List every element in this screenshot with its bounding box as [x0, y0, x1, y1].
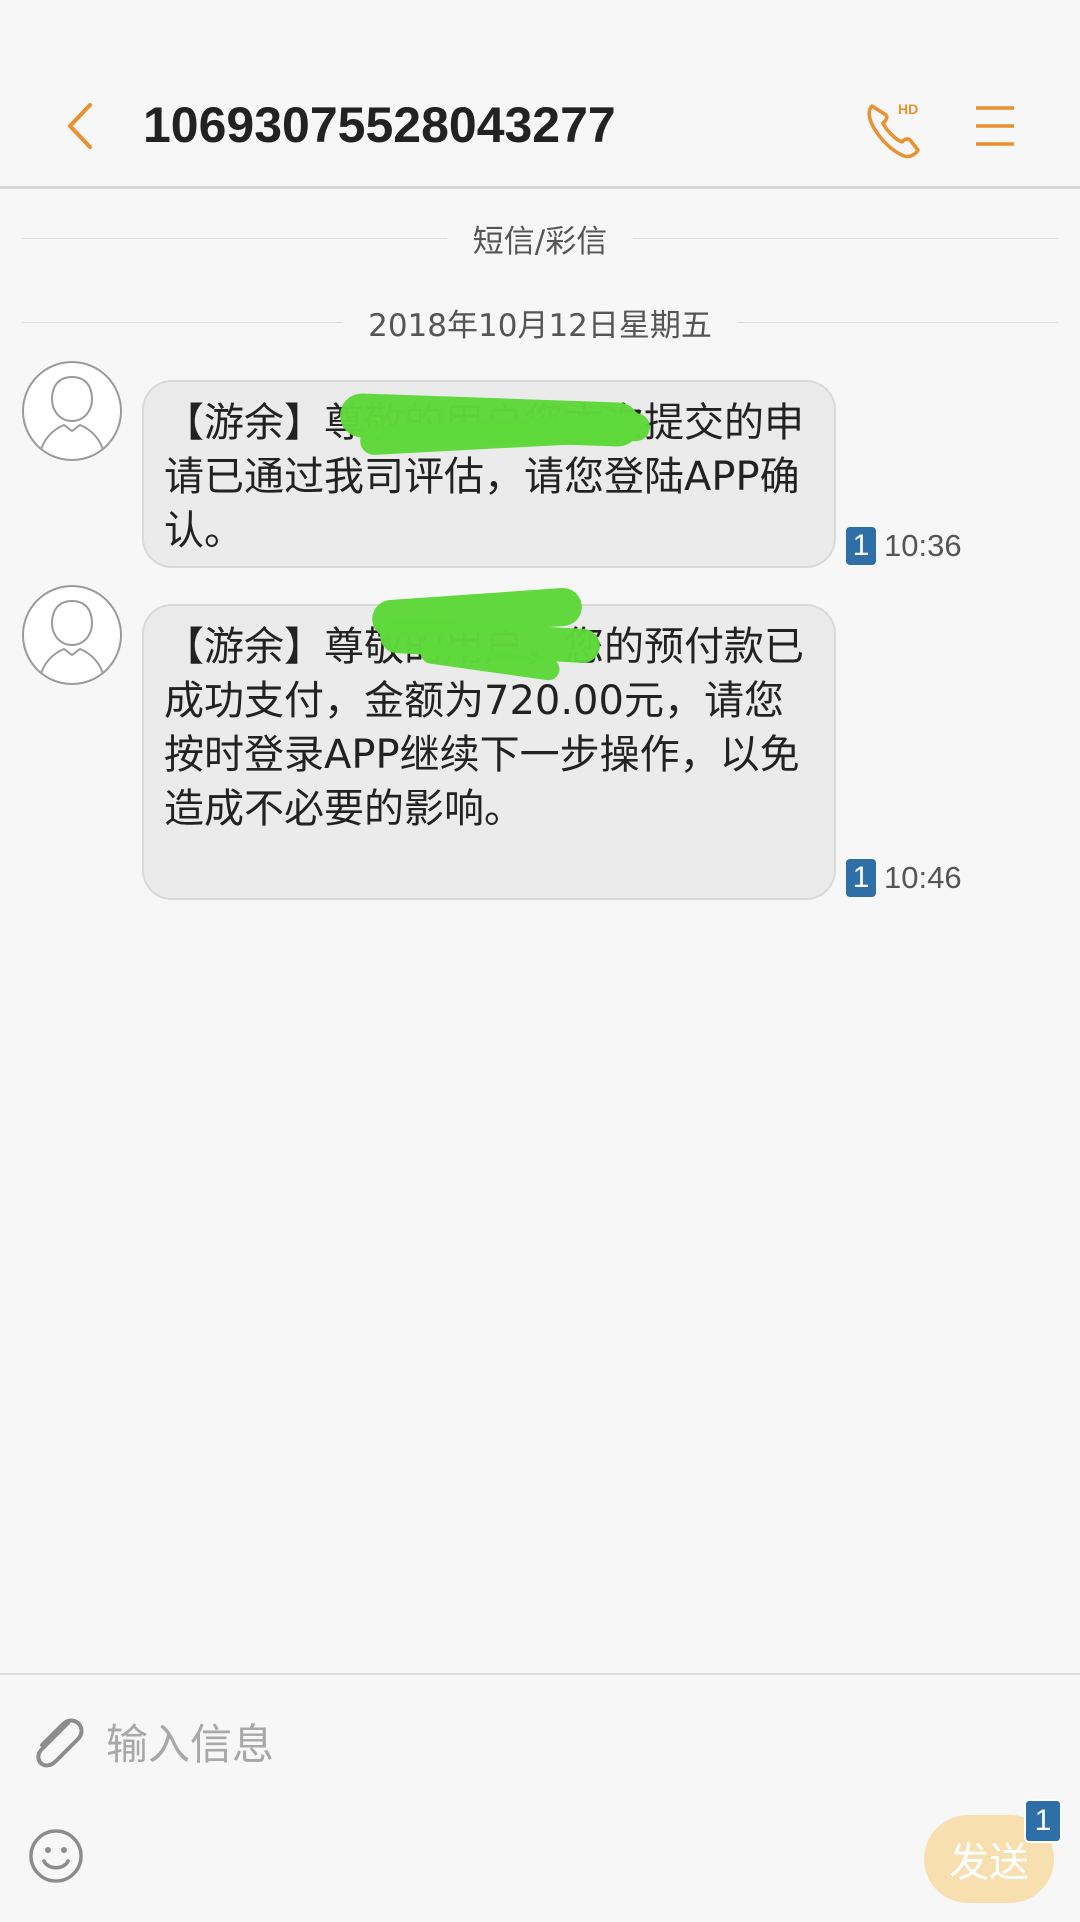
message-meta: 1 10:36: [846, 526, 962, 566]
message-time: 10:46: [884, 860, 962, 895]
message-time: 10:36: [884, 528, 962, 563]
conversation-title: 10693075528043277: [143, 97, 616, 153]
channel-divider: 短信/彩信: [22, 218, 1059, 260]
sim-badge: 1: [846, 859, 876, 897]
svg-text:HD: HD: [898, 101, 918, 117]
emoji-icon: [29, 1829, 83, 1883]
person-icon: [39, 375, 105, 456]
divider-line: [633, 237, 1059, 239]
sim-badge: 1: [846, 527, 876, 565]
attach-button[interactable]: [28, 1711, 86, 1773]
menu-button[interactable]: [972, 102, 1018, 150]
message-input[interactable]: [104, 1705, 908, 1783]
contact-avatar[interactable]: [22, 361, 122, 461]
date-divider: 2018年10月12日星期五: [22, 302, 1059, 344]
paperclip-icon: [36, 1718, 84, 1768]
emoji-button[interactable]: [28, 1828, 84, 1884]
message-composer: 发送 1: [0, 1673, 1080, 1922]
divider-line: [22, 321, 343, 323]
app-header: 10693075528043277 HD: [0, 0, 1080, 189]
back-button[interactable]: [60, 98, 98, 154]
divider-line: [737, 321, 1059, 323]
person-icon: [39, 599, 105, 680]
chevron-left-icon: [68, 103, 92, 149]
menu-icon: [976, 106, 1014, 146]
send-sim-badge[interactable]: 1: [1024, 1799, 1062, 1843]
divider-line: [22, 237, 447, 239]
hd-call-button[interactable]: HD: [862, 96, 928, 162]
message-meta: 1 10:46: [846, 858, 962, 898]
date-label: 2018年10月12日星期五: [368, 307, 712, 344]
contact-avatar[interactable]: [22, 585, 122, 685]
hd-call-icon: HD: [867, 101, 920, 159]
channel-label: 短信/彩信: [472, 223, 608, 260]
